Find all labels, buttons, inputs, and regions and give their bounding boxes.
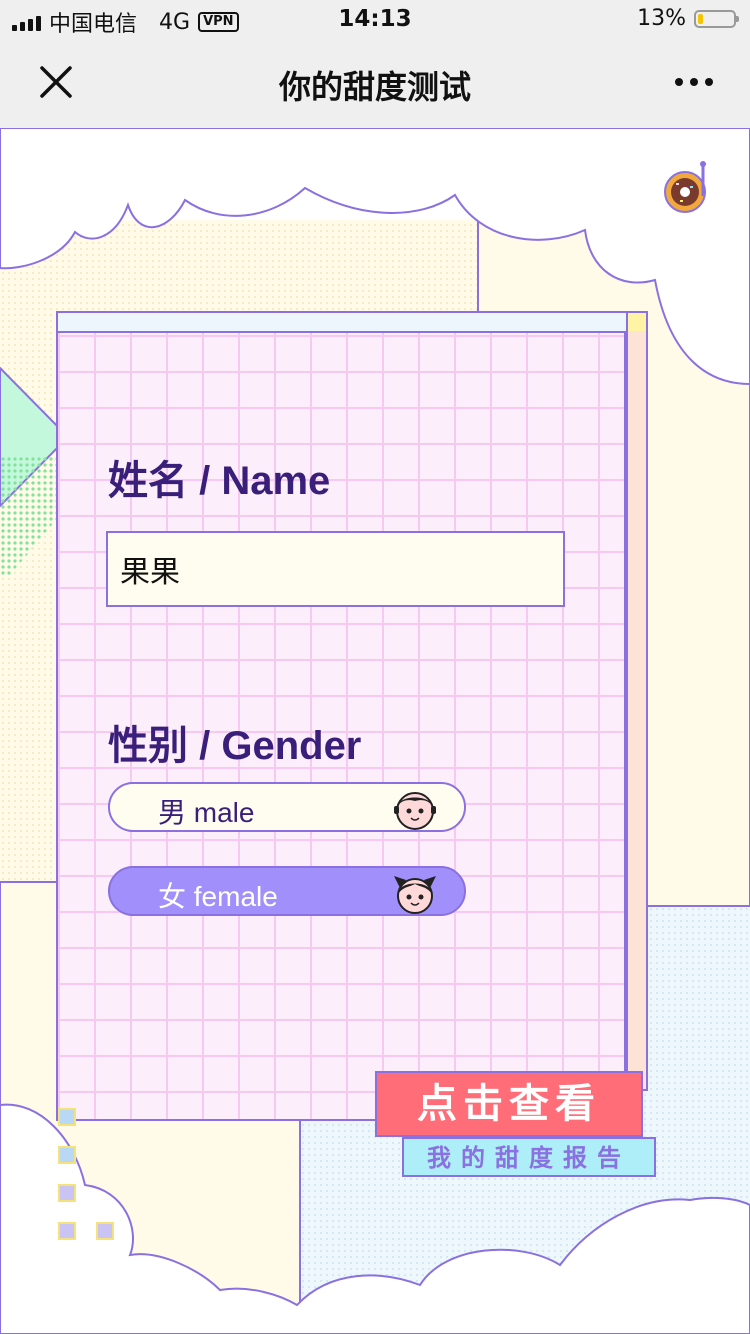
battery-icon	[694, 9, 739, 28]
page-title: 你的甜度测试	[278, 68, 471, 106]
more-icon	[675, 78, 713, 86]
name-label: 姓名 / Name	[108, 459, 331, 503]
decor-square	[58, 1108, 76, 1126]
nav-bar: 你的甜度测试	[0, 40, 750, 128]
decor-square	[58, 1222, 76, 1240]
status-bar: 中国电信 4G VPN 14:13 13%	[0, 0, 750, 40]
gender-option-label: 男 male	[158, 797, 255, 828]
name-input[interactable]	[106, 531, 565, 607]
gender-option-male[interactable]: 男 male	[108, 782, 466, 832]
battery-percent: 13%	[637, 6, 686, 31]
gender-option-label: 女 female	[158, 881, 278, 912]
girl-avatar-icon	[394, 876, 436, 914]
gender-option-female[interactable]: 女 female	[108, 866, 466, 916]
more-button[interactable]	[672, 64, 716, 100]
gender-label: 性别 / Gender	[108, 724, 362, 768]
view-result-sublabel[interactable]: 我的甜度报告	[402, 1137, 656, 1177]
decor-square	[96, 1222, 114, 1240]
view-result-button[interactable]: 点击查看	[375, 1071, 643, 1137]
decor-square	[58, 1184, 76, 1202]
card-side-bar	[626, 331, 648, 1091]
card-corner	[626, 311, 648, 333]
card-top-bar	[56, 311, 648, 333]
decor-square	[58, 1146, 76, 1164]
boy-avatar-icon	[394, 792, 436, 830]
